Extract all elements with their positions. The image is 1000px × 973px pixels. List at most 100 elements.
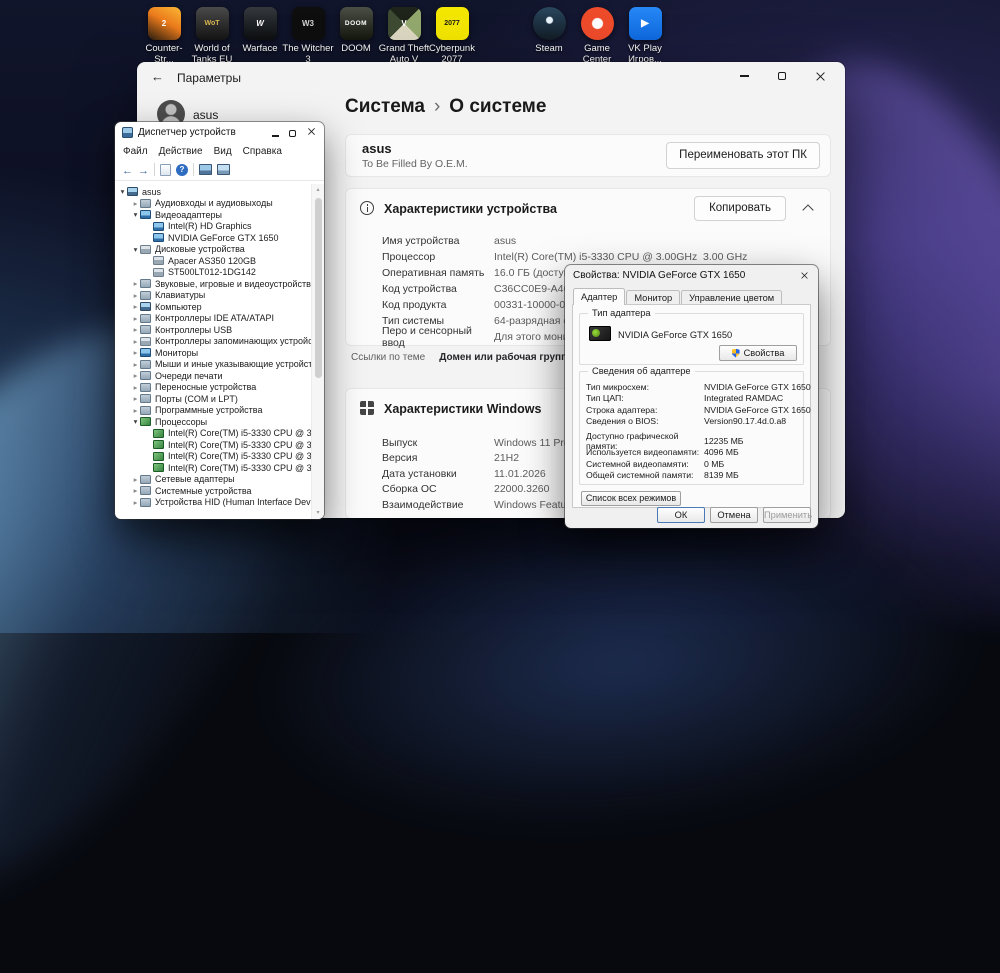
cancel-button[interactable]: Отмена [710,507,758,523]
toolbar-icon[interactable] [193,163,194,176]
tree-item[interactable]: Контроллеры запоминающих устройств [115,336,311,348]
tree-item-label: Контроллеры IDE ATA/ATAPI [155,313,274,323]
list-all-modes-button[interactable]: Список всех режимов [581,491,681,506]
tree-item[interactable]: Системные устройства [115,485,311,497]
tree-item[interactable]: Мониторы [115,347,311,359]
close-button[interactable] [801,62,839,90]
scroll-up-icon[interactable]: ▴ [312,184,324,196]
tree-item[interactable]: NVIDIA GeForce GTX 1650 [115,232,311,244]
expand-arrow-icon[interactable] [131,349,140,357]
expand-arrow-icon[interactable] [131,326,140,334]
close-button[interactable] [306,124,317,142]
tree-item[interactable]: Intel(R) Core(TM) i5-3330 CPU @ 3.00GHz [115,451,311,463]
tree-item[interactable]: Мыши и иные указывающие устройства [115,359,311,371]
apply-button[interactable]: Применить [763,507,811,523]
tree-item[interactable]: Переносные устройства [115,382,311,394]
maximize-button[interactable] [289,124,296,142]
tree-item[interactable]: Устройства HID (Human Interface Devices) [115,497,311,509]
tree-item-label: Intel(R) Core(TM) i5-3330 CPU @ 3.00GHz [168,428,311,438]
expand-arrow-icon[interactable] [131,384,140,392]
desktop-icons-launchers: Steam Game Center ▶ VK PlayИгров... [525,7,669,65]
desktop-icon[interactable]: Steam [525,7,573,65]
spec-label: Оперативная память [382,267,494,279]
device-manager-titlebar[interactable]: Диспетчер устройств [115,122,324,143]
expand-arrow-icon[interactable] [131,418,140,426]
expand-arrow-icon[interactable] [131,407,140,415]
toolbar-icon[interactable] [217,164,230,175]
properties-button[interactable]: Свойства [719,345,797,361]
tree-item[interactable]: Дисковые устройства [115,244,311,256]
minimize-button[interactable] [725,62,763,90]
tree-item[interactable]: Intel(R) Core(TM) i5-3330 CPU @ 3.00GHz [115,428,311,440]
tree-item-icon [140,394,151,403]
expand-arrow-icon[interactable] [118,188,127,196]
rename-pc-button[interactable]: Переименовать этот ПК [666,142,820,169]
expand-arrow-icon[interactable] [131,200,140,208]
info-label: Общей системной памяти: [586,470,704,480]
breadcrumb-system[interactable]: Система [345,96,425,118]
dialog-tab[interactable]: Адаптер [573,288,625,305]
tree-item[interactable]: Звуковые, игровые и видеоустройства [115,278,311,290]
tree-item[interactable]: Компьютер [115,301,311,313]
tree-item[interactable]: Контроллеры USB [115,324,311,336]
copy-button[interactable]: Копировать [694,196,786,221]
menu-item[interactable]: Действие [159,146,203,157]
tree-item[interactable]: Порты (COM и LPT) [115,393,311,405]
tree-item[interactable]: Клавиатуры [115,290,311,302]
menu-item[interactable]: Файл [123,146,148,157]
expand-arrow-icon[interactable] [131,395,140,403]
tree-item[interactable]: Сетевые адаптеры [115,474,311,486]
expand-arrow-icon[interactable] [131,246,140,254]
dialog-tab[interactable]: Монитор [626,290,680,305]
toolbar-icon[interactable] [138,161,149,179]
tree-item[interactable]: asus [115,186,311,198]
tree-item[interactable]: Контроллеры IDE ATA/ATAPI [115,313,311,325]
close-button[interactable] [800,271,808,279]
desktop-icon-image [533,7,566,40]
expand-arrow-icon[interactable] [131,315,140,323]
chevron-up-icon[interactable] [802,204,813,215]
scroll-down-icon[interactable]: ▾ [312,507,324,519]
expand-arrow-icon[interactable] [131,499,140,507]
toolbar-icon[interactable] [154,163,155,176]
dialog-tab[interactable]: Управление цветом [681,290,782,305]
tree-item[interactable]: Intel(R) HD Graphics [115,221,311,233]
expand-arrow-icon[interactable] [131,211,140,219]
expand-arrow-icon[interactable] [131,361,140,369]
tree-item[interactable]: Intel(R) Core(TM) i5-3330 CPU @ 3.00GHz [115,439,311,451]
tree-item[interactable]: Видеоадаптеры [115,209,311,221]
desktop-icon[interactable]: Game Center [573,7,621,65]
desktop-icon[interactable]: ▶ VK PlayИгров... [621,7,669,65]
tree-item[interactable]: Очереди печати [115,370,311,382]
expand-arrow-icon[interactable] [131,303,140,311]
scrollbar[interactable]: ▴ ▾ [311,184,324,519]
tree-item-label: Дисковые устройства [155,244,245,254]
device-manager-window: Диспетчер устройств Файл Действие Вид Сп… [115,122,324,519]
menu-item[interactable]: Вид [214,146,232,157]
expand-arrow-icon[interactable] [131,280,140,288]
tree-item[interactable]: Аудиовходы и аудиовыходы [115,198,311,210]
ok-button[interactable]: ОК [657,507,705,523]
maximize-button[interactable] [763,62,801,90]
menu-item[interactable]: Справка [243,146,282,157]
toolbar-icon[interactable] [176,164,188,176]
tree-item[interactable]: Программные устройства [115,405,311,417]
toolbar-icon[interactable] [199,164,212,175]
expand-arrow-icon[interactable] [131,292,140,300]
tree-item[interactable]: Intel(R) Core(TM) i5-3330 CPU @ 3.00GHz [115,462,311,474]
tree-item[interactable]: ST500LT012-1DG142 [115,267,311,279]
expand-arrow-icon[interactable] [131,487,140,495]
expand-arrow-icon[interactable] [131,476,140,484]
expand-arrow-icon[interactable] [131,372,140,380]
domain-workgroup-link[interactable]: Домен или рабочая группа [439,352,572,363]
spec-value: Intel(R) Core(TM) i5-3330 CPU @ 3.00GHz … [494,251,747,263]
tree-item[interactable]: Процессоры [115,416,311,428]
toolbar-icon[interactable] [122,161,133,179]
back-button[interactable]: ← [151,69,164,84]
scrollbar-thumb[interactable] [315,198,322,378]
tree-item[interactable]: Apacer AS350 120GB [115,255,311,267]
toolbar-icon[interactable] [160,164,171,176]
minimize-button[interactable] [272,124,279,142]
expand-arrow-icon[interactable] [131,338,140,346]
dialog-titlebar[interactable]: Свойства: NVIDIA GeForce GTX 1650 [565,265,818,285]
